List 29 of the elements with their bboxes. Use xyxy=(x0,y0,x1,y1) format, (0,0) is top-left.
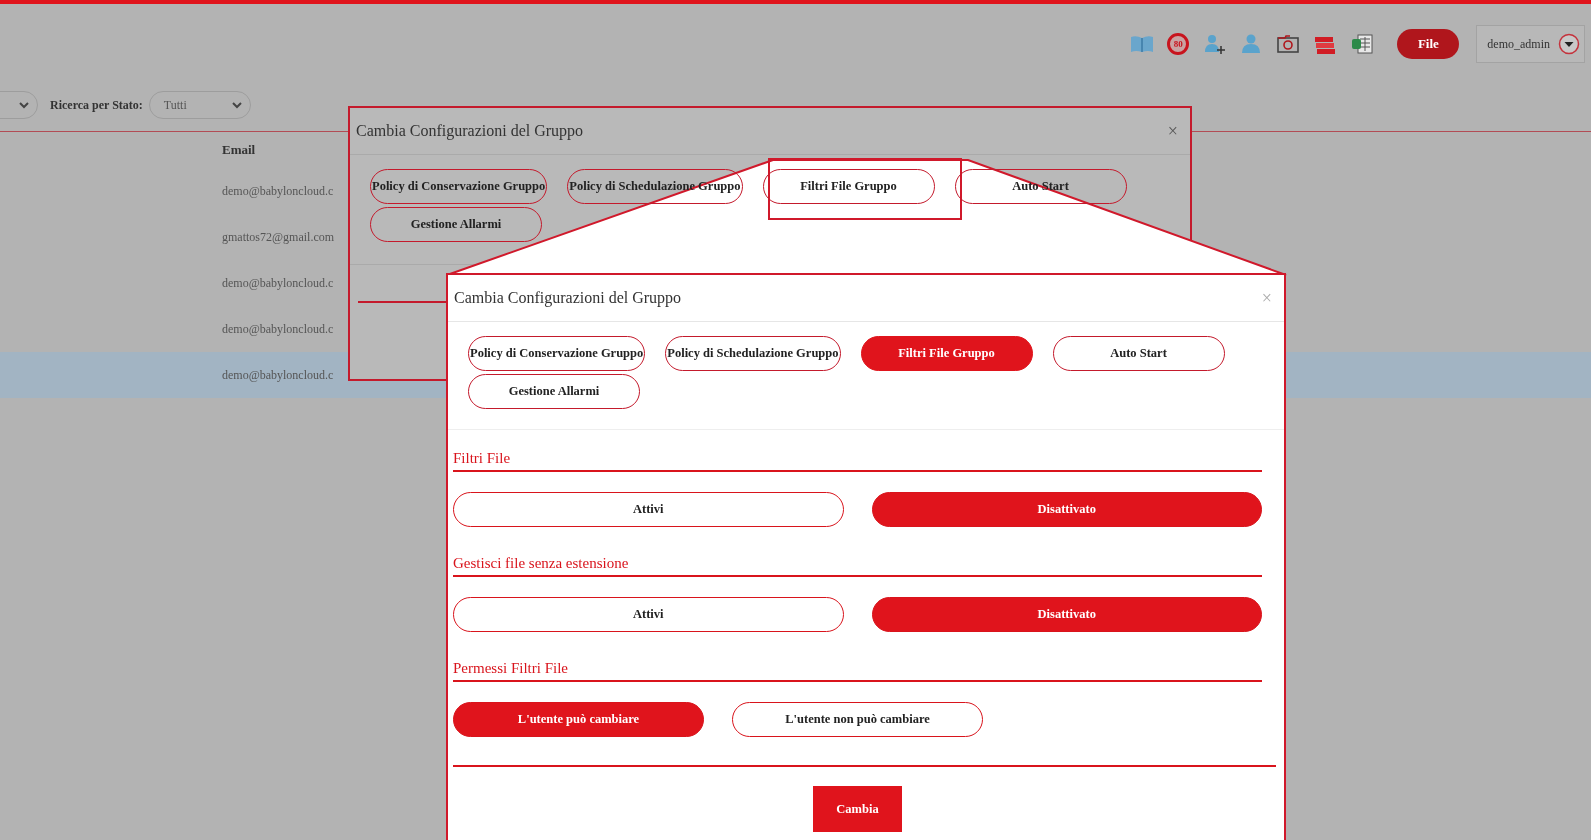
spreadsheet-icon[interactable] xyxy=(1350,32,1375,56)
camera-folder-icon[interactable] xyxy=(1276,32,1301,56)
dialog-title: Cambia Configurazioni del Gruppo xyxy=(356,122,584,140)
table-cell: demo@babyloncloud.c xyxy=(222,321,334,337)
filter-label: Ricerca per Stato: xyxy=(50,97,143,113)
tab[interactable]: Policy di Conservazione Gruppo xyxy=(468,336,646,371)
close-button[interactable]: × xyxy=(1167,120,1178,142)
column-header: Email xyxy=(222,142,256,158)
tab[interactable]: Policy di Schedulazione Gruppo xyxy=(665,336,841,371)
section-title: Permessi Filtri File xyxy=(453,660,1262,682)
toggle-option[interactable]: L'utente non può cambiare xyxy=(732,702,983,737)
file-button[interactable]: File xyxy=(1397,29,1460,59)
tab[interactable]: Policy di Conservazione Gruppo xyxy=(370,169,548,204)
submit-button[interactable]: Cambia xyxy=(813,786,902,832)
tab[interactable]: Filtri File Gruppo xyxy=(860,336,1033,371)
dialog-title: Cambia Configurazioni del Gruppo xyxy=(454,289,682,307)
section-title: Gestisci file senza estensione xyxy=(453,555,1262,577)
section-title: Filtri File xyxy=(453,450,1262,472)
chevron-icon xyxy=(19,101,29,109)
caret-icon xyxy=(1558,33,1580,55)
chevron-icon xyxy=(231,101,242,109)
toggle-option[interactable]: Disattivato xyxy=(871,492,1262,527)
user-menu[interactable]: demo_admin xyxy=(1476,25,1585,63)
table-cell: demo@babyloncloud.c xyxy=(222,367,334,383)
toggle-option[interactable]: Attivi xyxy=(453,492,844,527)
toggle-option[interactable]: L'utente può cambiare xyxy=(453,702,704,737)
add-user-icon[interactable] xyxy=(1202,32,1227,56)
toggle-option[interactable]: Disattivato xyxy=(871,597,1262,632)
toggle-option[interactable]: Attivi xyxy=(453,597,844,632)
